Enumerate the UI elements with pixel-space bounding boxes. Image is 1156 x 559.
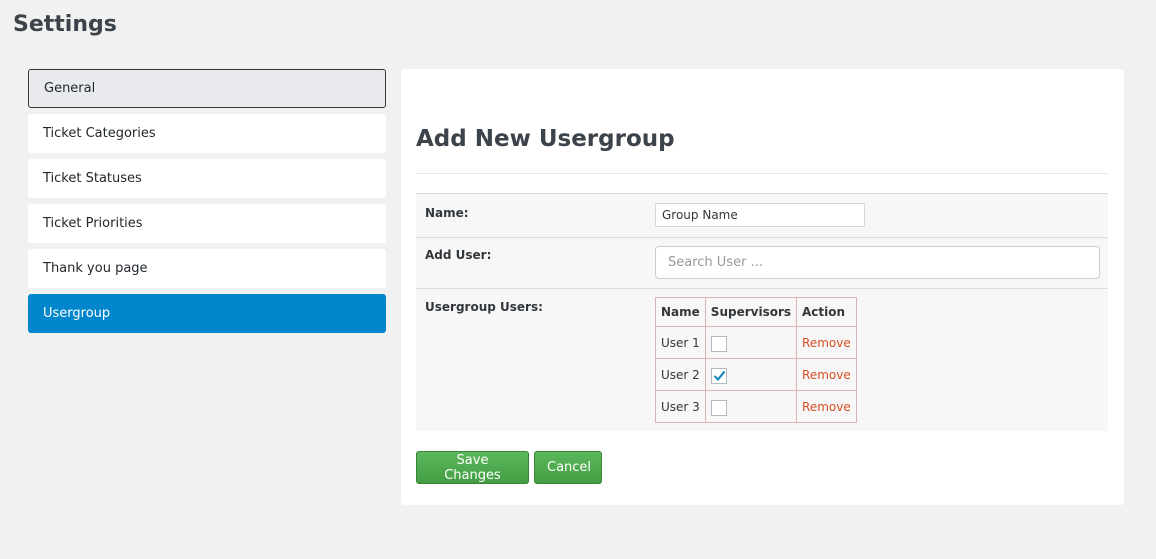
user-name-cell: User 1 — [655, 326, 706, 359]
action-cell: Remove — [796, 390, 857, 423]
usergroup-users-table: Name Supervisors Action User 1 Remove Us… — [655, 297, 857, 423]
action-cell: Remove — [796, 358, 857, 391]
action-cell: Remove — [796, 326, 857, 359]
checkmark-icon — [713, 370, 726, 381]
form-row-usergroup-users: Usergroup Users: Name Supervisors Action… — [416, 288, 1108, 431]
sidebar-item-thank-you-page[interactable]: Thank you page — [28, 249, 386, 288]
form-row-add-user: Add User: — [416, 237, 1108, 288]
remove-user-link[interactable]: Remove — [802, 400, 851, 414]
cancel-button[interactable]: Cancel — [534, 451, 602, 484]
panel-title: Add New Usergroup — [416, 126, 675, 152]
column-header-action: Action — [796, 297, 857, 327]
column-header-supervisors: Supervisors — [704, 297, 798, 327]
supervisor-cell — [704, 390, 798, 423]
table-row: User 2 Remove — [655, 358, 857, 391]
user-name-cell: User 2 — [655, 358, 706, 391]
remove-user-link[interactable]: Remove — [802, 368, 851, 382]
supervisor-checkbox[interactable] — [710, 335, 727, 352]
remove-user-link[interactable]: Remove — [802, 336, 851, 350]
form-row-name: Name: — [416, 193, 1108, 237]
column-header-name: Name — [655, 297, 706, 327]
sidebar-item-ticket-statuses[interactable]: Ticket Statuses — [28, 159, 386, 198]
table-header-row: Name Supervisors Action — [655, 297, 857, 327]
group-name-input[interactable] — [655, 203, 865, 227]
table-row: User 1 Remove — [655, 326, 857, 359]
sidebar-item-general[interactable]: General — [28, 69, 386, 108]
sidebar-item-ticket-priorities[interactable]: Ticket Priorities — [28, 204, 386, 243]
table-row: User 3 Remove — [655, 390, 857, 423]
supervisor-cell — [704, 326, 798, 359]
usergroup-panel: Add New Usergroup Name: Add User: Usergr… — [401, 69, 1124, 505]
settings-sidebar: General Ticket Categories Ticket Statuse… — [28, 69, 386, 339]
supervisor-cell — [704, 358, 798, 391]
save-changes-button[interactable]: Save Changes — [416, 451, 529, 484]
page-title: Settings — [13, 12, 117, 37]
supervisor-checkbox[interactable] — [710, 399, 727, 416]
sidebar-item-usergroup[interactable]: Usergroup — [28, 294, 386, 333]
search-user-input[interactable] — [655, 246, 1100, 279]
sidebar-item-ticket-categories[interactable]: Ticket Categories — [28, 114, 386, 153]
supervisor-checkbox[interactable] — [710, 367, 727, 384]
add-user-label: Add User: — [425, 248, 492, 262]
divider — [416, 173, 1108, 174]
name-label: Name: — [425, 206, 469, 220]
user-name-cell: User 3 — [655, 390, 706, 423]
usergroup-users-label: Usergroup Users: — [425, 300, 543, 314]
